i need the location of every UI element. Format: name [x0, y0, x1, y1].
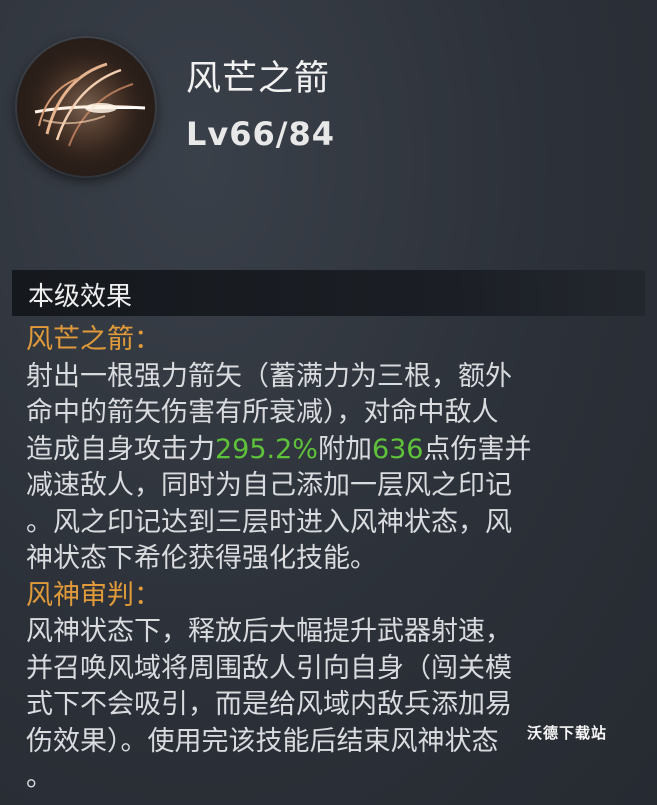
description-line: 。风之印记达到三层时进入风神状态，风	[26, 506, 512, 538]
skill-level: Lv66/84	[186, 115, 335, 153]
description-line: 风神状态下，释放后大幅提升武器射速，	[26, 616, 512, 647]
description-line: 减速敌人，同时为自己添加一层风之印记	[26, 470, 512, 501]
description-line: 命中的箭矢伤害有所衰减），对命中敌人	[26, 397, 499, 428]
skill-detail-panel: 风芒之箭 Lv66/84 本级效果 风芒之箭： 射出一根强力箭矢（蓄满力为三根，…	[0, 0, 657, 805]
effect-heading-2: 风神审判：	[26, 579, 161, 611]
description-line: 造成自身攻击力295.2%附加636点伤害并	[26, 432, 646, 469]
wind-arrow-icon	[17, 38, 155, 176]
watermark: 沃德下载站	[526, 724, 607, 742]
description-text: 造成自身攻击力	[26, 433, 215, 465]
description-line: 式下不会吸引，而是给风域内敌兵添加易	[26, 689, 512, 720]
description-line: 射出一根强力箭矢（蓄满力为三根，额外	[26, 360, 512, 392]
description-text: 附加	[317, 433, 372, 465]
bonus-damage-value: 636	[371, 433, 424, 465]
description-line: 并召唤风域将周围敌人引向自身（闯关模	[26, 652, 512, 684]
description-line: 。	[26, 762, 53, 793]
section-header: 本级效果	[12, 270, 645, 316]
attack-percent-value: 295.2%	[215, 433, 318, 465]
skill-name: 风芒之箭	[186, 59, 331, 99]
effect-heading-1: 风芒之箭：	[26, 324, 161, 355]
description-line: 神状态下希伦获得强化技能。	[26, 543, 377, 574]
section-title: 本级效果	[28, 282, 133, 312]
description-text: 点伤害并	[423, 433, 532, 465]
